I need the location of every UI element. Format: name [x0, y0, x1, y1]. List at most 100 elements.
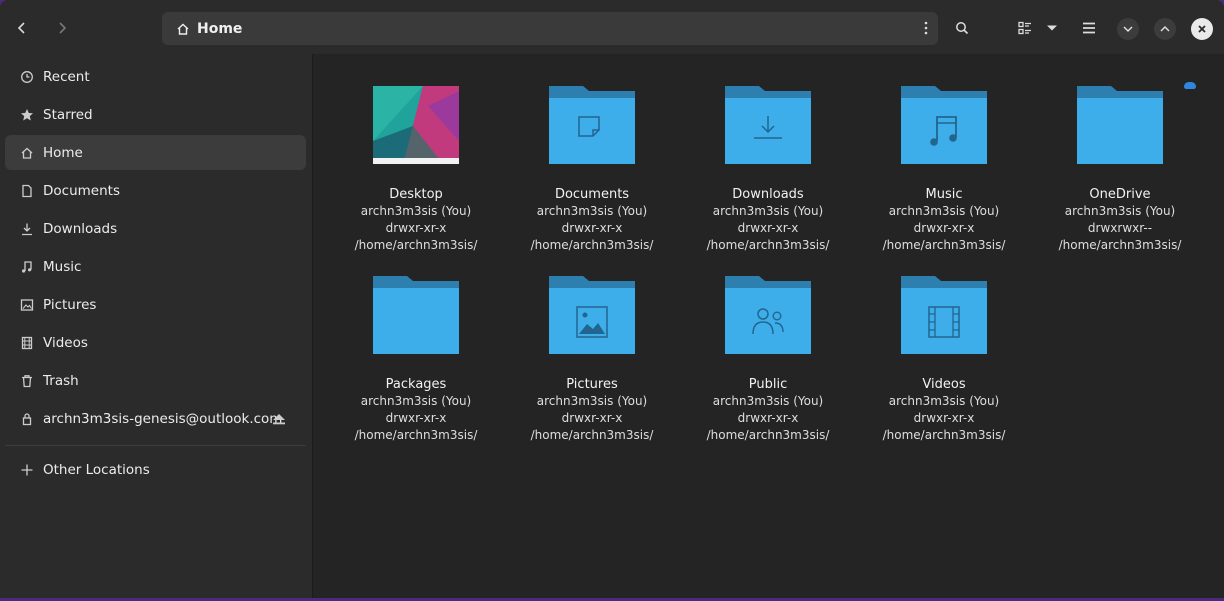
file-name: Downloads — [732, 187, 804, 202]
file-path: /home/archn3m3sis/ — [354, 238, 478, 252]
maximize-button[interactable] — [1154, 18, 1176, 40]
hamburger-menu-icon — [1083, 22, 1095, 34]
music-note-icon — [20, 260, 34, 274]
sidebar-separator — [5, 445, 306, 446]
file-name: OneDrive — [1089, 187, 1151, 202]
folder-download-icon — [725, 86, 811, 164]
more-options-icon[interactable] — [924, 21, 928, 35]
sidebar-item-label: Videos — [43, 334, 88, 351]
sidebar-item-label: Documents — [43, 182, 120, 199]
sidebar-item-documents[interactable]: Documents — [5, 173, 306, 208]
sidebar-item-label: Home — [43, 144, 83, 161]
cloud-sync-icon — [1184, 82, 1196, 89]
file-owner: archn3m3sis (You) — [360, 394, 472, 408]
sidebar-item-label: Recent — [43, 68, 90, 85]
sidebar-item-home[interactable]: Home — [5, 135, 306, 170]
sidebar-item-pictures[interactable]: Pictures — [5, 287, 306, 322]
file-permissions: drwxr-xr-x — [737, 411, 799, 425]
view-options-dropdown[interactable] — [1037, 11, 1067, 45]
file-item-music[interactable]: Music archn3m3sis (You) drwxr-xr-x /home… — [856, 86, 1032, 254]
desktop-thumbnail-icon — [371, 86, 461, 168]
folder-pictures-icon — [549, 276, 635, 354]
sidebar-item-other-locations[interactable]: Other Locations — [5, 452, 306, 487]
location-bar[interactable]: Home — [162, 12, 938, 45]
sidebar-item-label: Downloads — [43, 220, 118, 237]
clock-icon — [20, 70, 34, 84]
file-name: Pictures — [566, 377, 618, 392]
file-item-documents[interactable]: Documents archn3m3sis (You) drwxr-xr-x /… — [504, 86, 680, 254]
file-path: /home/archn3m3sis/ — [530, 428, 654, 442]
file-permissions: drwxr-xr-x — [385, 411, 447, 425]
folder-music-icon — [901, 86, 987, 164]
sidebar-item-downloads[interactable]: Downloads — [5, 211, 306, 246]
file-item-onedrive[interactable]: OneDrive archn3m3sis (You) drwxrwxr-- /h… — [1032, 82, 1208, 254]
document-icon — [20, 184, 34, 198]
main-menu-button[interactable] — [1072, 11, 1106, 45]
file-owner: archn3m3sis (You) — [360, 204, 472, 218]
file-owner: archn3m3sis (You) — [536, 204, 648, 218]
eject-icon[interactable] — [271, 411, 287, 430]
file-name: Videos — [922, 377, 966, 392]
sidebar-item-label: Starred — [43, 106, 93, 123]
file-owner: archn3m3sis (You) — [888, 204, 1000, 218]
back-button[interactable] — [5, 11, 39, 45]
file-path: /home/archn3m3sis/ — [354, 428, 478, 442]
file-item-desktop[interactable]: Desktop archn3m3sis (You) drwxr-xr-x /ho… — [328, 86, 504, 254]
film-icon — [20, 336, 34, 350]
file-path: /home/archn3m3sis/ — [706, 428, 830, 442]
file-permissions: drwxr-xr-x — [561, 221, 623, 235]
file-permissions: drwxr-xr-x — [385, 221, 447, 235]
sidebar-item-account[interactable]: archn3m3sis-genesis@outlook.com — [5, 401, 306, 436]
chevron-right-icon — [59, 22, 67, 34]
file-name: Public — [748, 377, 788, 392]
forward-button[interactable] — [45, 11, 79, 45]
file-owner: archn3m3sis (You) — [712, 204, 824, 218]
file-path: /home/archn3m3sis/ — [882, 428, 1006, 442]
close-icon — [1198, 25, 1206, 33]
list-view-icon — [1018, 21, 1031, 35]
download-icon — [20, 222, 34, 236]
minimize-button[interactable] — [1117, 18, 1139, 40]
file-name: Desktop — [389, 187, 443, 202]
header-bar: Home — [0, 0, 1224, 54]
file-item-pictures[interactable]: Pictures archn3m3sis (You) drwxr-xr-x /h… — [504, 276, 680, 444]
sidebar-item-music[interactable]: Music — [5, 249, 306, 284]
file-item-downloads[interactable]: Downloads archn3m3sis (You) drwxr-xr-x /… — [680, 86, 856, 254]
file-permissions: drwxr-xr-x — [913, 411, 975, 425]
search-icon — [956, 22, 969, 35]
folder-icon — [1077, 86, 1163, 164]
file-path: /home/archn3m3sis/ — [1058, 238, 1182, 252]
file-permissions: drwxr-xr-x — [913, 221, 975, 235]
file-owner: archn3m3sis (You) — [536, 394, 648, 408]
close-button[interactable] — [1191, 18, 1213, 40]
folder-icon — [373, 276, 459, 354]
file-item-packages[interactable]: Packages archn3m3sis (You) drwxr-xr-x /h… — [328, 276, 504, 444]
file-path: /home/archn3m3sis/ — [882, 238, 1006, 252]
sidebar-item-recent[interactable]: Recent — [5, 59, 306, 94]
file-permissions: drwxr-xr-x — [561, 411, 623, 425]
sidebar-item-label: Pictures — [43, 296, 97, 313]
file-owner: archn3m3sis (You) — [888, 394, 1000, 408]
sidebar-item-trash[interactable]: Trash — [5, 363, 306, 398]
file-name: Documents — [554, 187, 630, 202]
sidebar-item-label: Other Locations — [43, 461, 150, 478]
chevron-up-icon — [1160, 25, 1170, 32]
file-owner: archn3m3sis (You) — [1064, 204, 1176, 218]
folder-documents-icon — [549, 86, 635, 164]
plus-icon — [20, 463, 34, 477]
sidebar-item-label: Music — [43, 258, 82, 275]
chevron-down-icon — [1123, 26, 1133, 33]
sidebar: Recent Starred Home Documents Downloads … — [0, 54, 313, 598]
file-path: /home/archn3m3sis/ — [706, 238, 830, 252]
file-name: Packages — [385, 377, 447, 392]
sidebar-item-videos[interactable]: Videos — [5, 325, 306, 360]
file-item-videos[interactable]: Videos archn3m3sis (You) drwxr-xr-x /hom… — [856, 276, 1032, 444]
sidebar-item-starred[interactable]: Starred — [5, 97, 306, 132]
star-icon — [20, 108, 34, 122]
file-permissions: drwxrwxr-- — [1087, 221, 1153, 235]
file-item-public[interactable]: Public archn3m3sis (You) drwxr-xr-x /hom… — [680, 276, 856, 444]
search-button[interactable] — [945, 11, 979, 45]
sidebar-item-label: Trash — [43, 372, 79, 389]
image-icon — [20, 298, 34, 312]
file-grid: Desktop archn3m3sis (You) drwxr-xr-x /ho… — [313, 54, 1224, 598]
